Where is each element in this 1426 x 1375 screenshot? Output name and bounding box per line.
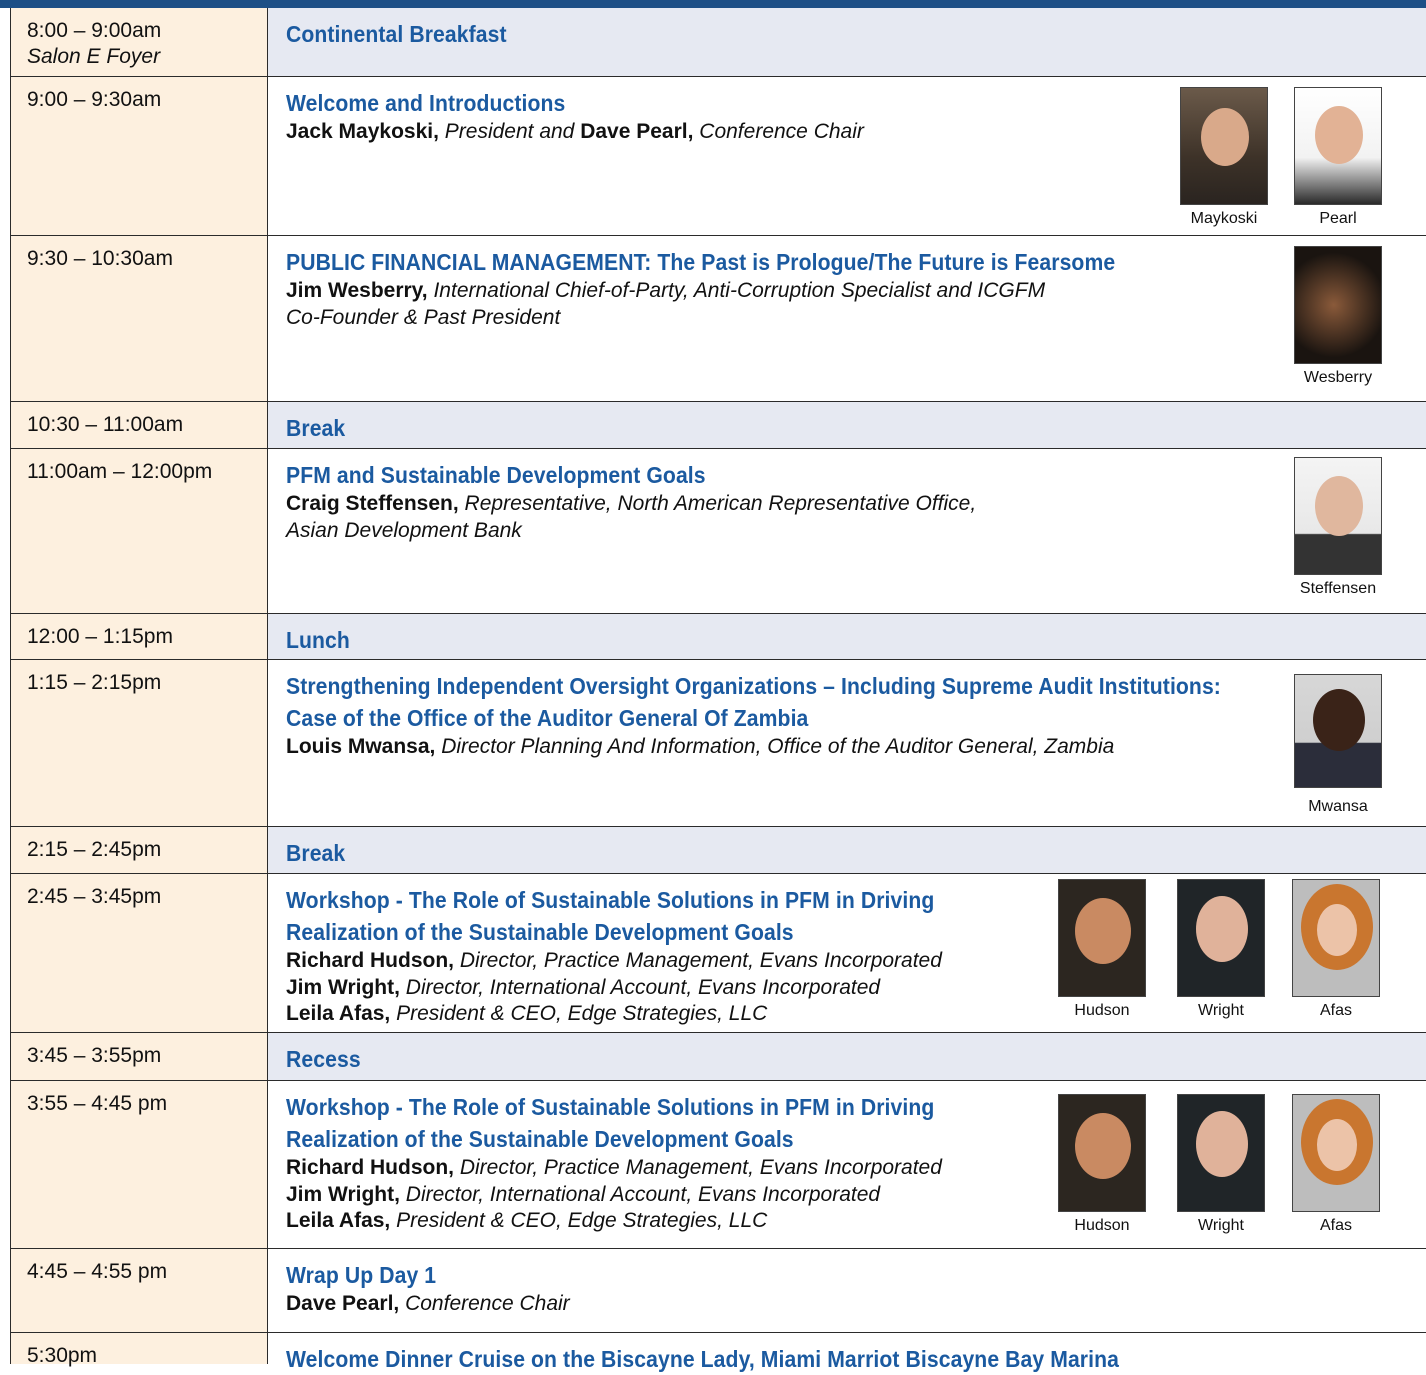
agenda-row: 9:00 – 9:30am Welcome and Introductions … — [10, 77, 1426, 235]
speaker-line: Craig Steffensen, Representative, North … — [286, 492, 977, 515]
photo-caption: Hudson — [1074, 1217, 1130, 1234]
photo-caption: Afas — [1319, 1002, 1352, 1019]
photo-caption: Afas — [1319, 1217, 1352, 1234]
agenda-row: 11:00am – 12:00pm PFM and Sustainable De… — [10, 449, 1426, 613]
speaker-photo — [1177, 879, 1265, 997]
session-title: Wrap Up Day 1 — [286, 1262, 437, 1288]
photo-caption: Wright — [1198, 1002, 1244, 1019]
photo-caption: Wesberry — [1303, 369, 1373, 386]
speaker-line-cont: Co-Founder & Past President — [286, 305, 561, 329]
time-cell: 8:00 – 9:00am Salon E Foyer — [10, 8, 268, 76]
agenda-row: 9:30 – 10:30am PUBLIC FINANCIAL MANAGEME… — [10, 236, 1426, 401]
time-cell: 2:45 – 3:45pm — [10, 874, 268, 1032]
session-title: Strengthening Independent Oversight Orga… — [286, 673, 1221, 699]
speaker-photo — [1294, 674, 1382, 788]
session-cell: Wrap Up Day 1 Dave Pearl, Conference Cha… — [268, 1249, 1426, 1332]
speaker-photo — [1058, 879, 1146, 997]
session-cell: Strengthening Independent Oversight Orga… — [268, 660, 1426, 826]
time-cell: 11:00am – 12:00pm — [10, 449, 268, 613]
photo-caption: Wright — [1198, 1217, 1244, 1234]
session-title: Welcome Dinner Cruise on the Biscayne La… — [286, 1346, 1119, 1372]
session-cell: Recess — [268, 1033, 1426, 1080]
speaker-photo — [1180, 87, 1268, 205]
agenda-row: 10:30 – 11:00am Break — [10, 402, 1426, 448]
session-title: Continental Breakfast — [286, 21, 507, 47]
session-cell: Break — [268, 402, 1426, 448]
session-title: PUBLIC FINANCIAL MANAGEMENT: The Past is… — [286, 249, 1116, 275]
speaker-line: Jim Wesberry, International Chief-of-Par… — [286, 279, 1046, 302]
time-cell: 3:55 – 4:45 pm — [10, 1081, 268, 1248]
location-text: Salon E Foyer — [27, 45, 161, 68]
time-text: 2:15 – 2:45pm — [27, 838, 162, 861]
agenda-row: 8:00 – 9:00am Salon E Foyer Continental … — [10, 8, 1426, 76]
header-bar — [0, 0, 1426, 8]
session-cell: Workshop - The Role of Sustainable Solut… — [268, 874, 1426, 1032]
speaker-photo — [1294, 457, 1382, 575]
time-text: 3:55 – 4:45 pm — [27, 1092, 168, 1115]
agenda-row: 3:55 – 4:45 pm Workshop - The Role of Su… — [10, 1081, 1426, 1248]
time-cell: 9:30 – 10:30am — [10, 236, 268, 401]
photo-caption: Maykoski — [1190, 210, 1258, 227]
speaker-photo — [1058, 1094, 1146, 1212]
session-cell: PFM and Sustainable Development Goals Cr… — [268, 449, 1426, 613]
time-text: 9:30 – 10:30am — [27, 247, 173, 270]
session-title-cont: Case of the Office of the Auditor Genera… — [286, 705, 809, 731]
time-text: 12:00 – 1:15pm — [27, 625, 173, 648]
time-cell: 12:00 – 1:15pm — [10, 614, 268, 659]
session-title: Lunch — [286, 627, 350, 653]
speaker-line: Dave Pearl, Conference Chair — [286, 1292, 570, 1315]
session-title: PFM and Sustainable Development Goals — [286, 462, 706, 488]
time-text: 11:00am – 12:00pm — [27, 460, 213, 483]
speaker-photo — [1294, 87, 1382, 205]
photo-caption: Steffensen — [1299, 580, 1377, 597]
photo-caption: Mwansa — [1308, 798, 1368, 815]
time-cell: 4:45 – 4:55 pm — [10, 1249, 268, 1332]
time-text: 4:45 – 4:55 pm — [27, 1260, 168, 1283]
speaker-photo — [1292, 1094, 1380, 1212]
session-title: Break — [286, 415, 346, 441]
agenda-row: 2:15 – 2:45pm Break — [10, 827, 1426, 873]
session-cell: PUBLIC FINANCIAL MANAGEMENT: The Past is… — [268, 236, 1426, 401]
session-cell: Workshop - The Role of Sustainable Solut… — [268, 1081, 1426, 1248]
session-title: Welcome and Introductions — [286, 90, 566, 116]
agenda-row: 12:00 – 1:15pm Lunch — [10, 614, 1426, 659]
time-cell: 10:30 – 11:00am — [10, 402, 268, 448]
session-cell: Continental Breakfast — [268, 8, 1426, 76]
time-text: 9:00 – 9:30am — [27, 88, 162, 111]
time-text: 3:45 – 3:55pm — [27, 1044, 162, 1067]
photo-caption: Pearl — [1319, 210, 1357, 227]
time-text: 1:15 – 2:15pm — [27, 671, 162, 694]
agenda-row: 3:45 – 3:55pm Recess — [10, 1033, 1426, 1080]
agenda-row: 4:45 – 4:55 pm Wrap Up Day 1 Dave Pearl,… — [10, 1249, 1426, 1332]
time-text: 10:30 – 11:00am — [27, 413, 184, 436]
time-cell: 2:15 – 2:45pm — [10, 827, 268, 873]
time-text: 8:00 – 9:00am — [27, 19, 162, 42]
session-title: Break — [286, 840, 346, 866]
time-cell: 3:45 – 3:55pm — [10, 1033, 268, 1080]
speaker-photo — [1294, 246, 1382, 364]
speaker-line-cont: Asian Development Bank — [286, 518, 522, 542]
session-cell: Lunch — [268, 614, 1426, 659]
time-text: 2:45 – 3:45pm — [27, 885, 162, 908]
time-cell: 9:00 – 9:30am — [10, 77, 268, 235]
speaker-photo — [1292, 879, 1380, 997]
speaker-photo — [1177, 1094, 1265, 1212]
session-title: Recess — [286, 1046, 361, 1072]
photo-caption: Hudson — [1074, 1002, 1130, 1019]
time-cell: 5:30pm — [10, 1333, 268, 1367]
agenda-row: 1:15 – 2:15pm Strengthening Independent … — [10, 660, 1426, 826]
session-cell: Break — [268, 827, 1426, 873]
agenda-row: 5:30pm Welcome Dinner Cruise on the Bisc… — [10, 1333, 1426, 1372]
session-cell: Welcome Dinner Cruise on the Biscayne La… — [268, 1333, 1426, 1372]
time-cell: 1:15 – 2:15pm — [10, 660, 268, 826]
speaker-line: Louis Mwansa, Director Planning And Info… — [286, 735, 1115, 758]
session-cell: Welcome and Introductions Jack Maykoski,… — [268, 77, 1426, 235]
agenda-row: 2:45 – 3:45pm Workshop - The Role of Sus… — [10, 874, 1426, 1032]
